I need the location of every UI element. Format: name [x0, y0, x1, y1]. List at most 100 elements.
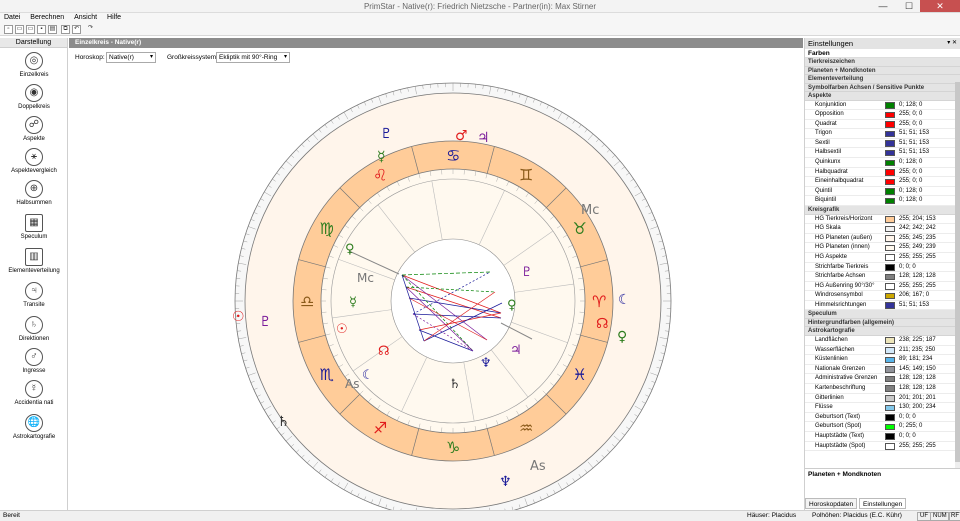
astro-color-swatch[interactable] [885, 414, 895, 421]
section-header[interactable]: Hintergrundfarben (allgemein) [805, 318, 960, 328]
kreis-color-swatch[interactable] [885, 273, 895, 281]
view-item-direktionen[interactable]: ♄ Direktionen [0, 316, 68, 342]
astro-row[interactable]: Geburtsort (Spot) 0; 255; 0 [805, 422, 960, 432]
astro-row[interactable]: Hauptstädte (Text) 0; 0; 0 [805, 432, 960, 442]
kreis-color-swatch[interactable] [885, 235, 895, 242]
section-astrokartografie[interactable]: Astrokartografie [805, 327, 960, 336]
aspect-color-swatch[interactable] [885, 130, 895, 138]
aspect-row[interactable]: Biquintil 0; 128; 0 [805, 196, 960, 207]
copy-icon[interactable]: ⧉ [61, 25, 70, 34]
aspect-color-swatch[interactable] [885, 121, 895, 128]
open-folder-icon[interactable]: ▭ [15, 25, 24, 34]
menu-datei[interactable]: Datei [0, 13, 24, 22]
astro-color-swatch[interactable] [885, 433, 895, 440]
section-header[interactable]: Elementeverteilung [805, 75, 960, 84]
section-header[interactable]: Speculum [805, 310, 960, 319]
astro-row[interactable]: Geburtsort (Text) 0; 0; 0 [805, 413, 960, 423]
astro-color-swatch[interactable] [885, 337, 895, 344]
minimize-button[interactable]: — [870, 0, 896, 12]
aspect-row[interactable]: Halbquadrat 255; 0; 0 [805, 168, 960, 178]
view-item-halbsummen[interactable]: ⊕ Halbsummen [0, 180, 68, 206]
print-icon[interactable]: ▤ [48, 25, 57, 34]
view-item-doppelkreis[interactable]: ◉ Doppelkreis [0, 84, 68, 110]
settings-scrollbar[interactable] [955, 82, 960, 468]
view-item-astrokartografie[interactable]: 🌐 Astrokartografie [0, 414, 68, 440]
aspect-color-swatch[interactable] [885, 111, 895, 119]
scrollbar-thumb[interactable] [955, 82, 960, 462]
astro-color-swatch[interactable] [885, 443, 895, 450]
section-aspekte[interactable]: Aspekte [805, 92, 960, 101]
horoscope-chart[interactable]: ♋♊♉♈♓♒♑♐♏♎♍♌ Mc Mc As As ♇ ☿ ♂ ♃ ☾ ☊ ♀ ☉… [69, 68, 803, 510]
tab-horoskopdaten[interactable]: Horoskopdaten [805, 498, 858, 509]
kreis-row[interactable]: HG Planeten (außen) 255; 245; 235 [805, 234, 960, 244]
menu-hilfe[interactable]: Hilfe [103, 13, 125, 22]
aspect-color-swatch[interactable] [885, 159, 895, 167]
aspect-row[interactable]: Quintil 0; 128; 0 [805, 187, 960, 197]
tab-einstellungen[interactable]: Einstellungen [859, 498, 907, 509]
astro-color-swatch[interactable] [885, 375, 895, 383]
aspect-color-swatch[interactable] [885, 197, 895, 205]
astro-row[interactable]: Landflächen 238; 225; 187 [805, 336, 960, 346]
kreis-color-swatch[interactable] [885, 254, 895, 261]
aspect-row[interactable]: Trigon 51; 51; 153 [805, 129, 960, 139]
section-header[interactable]: Planeten + Mondknoten [805, 66, 960, 75]
save-icon[interactable]: ▪ [37, 25, 46, 34]
view-item-ingresse[interactable]: ♂ Ingresse [0, 348, 68, 374]
new-file-icon[interactable]: ▫ [4, 25, 13, 34]
kreis-color-swatch[interactable] [885, 292, 895, 300]
view-item-transite[interactable]: ♃ Transite [0, 282, 68, 308]
aspect-row[interactable]: Quinkunx 0; 128; 0 [805, 158, 960, 168]
section-header[interactable]: Tierkreiszeichen [805, 58, 960, 67]
view-item-aspektevergleich[interactable]: ⚹ Aspektevergleich [0, 148, 68, 174]
view-item-accidentia[interactable]: ☿ Accidentia nati [0, 380, 68, 406]
astro-row[interactable]: Gitterlinien 201; 201; 201 [805, 394, 960, 404]
kreis-row[interactable]: Himmelsrichtungen 51; 51; 153 [805, 301, 960, 311]
menu-berechnen[interactable]: Berechnen [26, 13, 68, 22]
panel-pin-close-icon[interactable]: ▾ ✕ [947, 38, 957, 49]
astro-row[interactable]: Hauptstädte (Spot) 255; 255; 255 [805, 442, 960, 452]
kreis-row[interactable]: Strichfarbe Achsen 128; 128; 128 [805, 272, 960, 282]
aspect-row[interactable]: Halbsextil 51; 51; 153 [805, 148, 960, 159]
aspect-row[interactable]: Sextil 51; 51; 153 [805, 139, 960, 149]
section-header[interactable]: Symbolfarben Achsen / Sensitive Punkte [805, 83, 960, 92]
astro-color-swatch[interactable] [885, 395, 895, 402]
aspect-color-swatch[interactable] [885, 140, 895, 147]
astro-row[interactable]: Küstenlinien 89; 181; 234 [805, 355, 960, 365]
kreis-row[interactable]: Strichfarbe Tierkreis 0; 0; 0 [805, 263, 960, 273]
undo-icon[interactable]: ↶ [72, 25, 81, 34]
kreis-row[interactable]: Windrosensymbol 206; 167; 0 [805, 291, 960, 301]
kreis-color-swatch[interactable] [885, 302, 895, 309]
aspect-row[interactable]: Opposition 255; 0; 0 [805, 110, 960, 120]
astro-row[interactable]: Administrative Grenzen 128; 128; 128 [805, 374, 960, 384]
astro-color-swatch[interactable] [885, 423, 895, 431]
aspect-color-swatch[interactable] [885, 169, 895, 176]
aspect-color-swatch[interactable] [885, 149, 895, 157]
kreis-row[interactable]: HG Aspekte 255; 255; 255 [805, 253, 960, 263]
horoskop-select[interactable]: Native(r) [106, 52, 156, 63]
astro-color-swatch[interactable] [885, 404, 895, 412]
astro-row[interactable]: Kartenbeschriftung 128; 128; 128 [805, 384, 960, 394]
astro-color-swatch[interactable] [885, 356, 895, 364]
kreis-color-swatch[interactable] [885, 283, 895, 290]
kreis-row[interactable]: HG Planeten (innen) 255; 249; 239 [805, 243, 960, 253]
kreis-color-swatch[interactable] [885, 225, 895, 233]
view-item-einzelkreis[interactable]: ◎ Einzelkreis [0, 52, 68, 78]
kreis-color-swatch[interactable] [885, 216, 895, 223]
open-file-icon[interactable]: ▭ [26, 25, 35, 34]
aspect-row[interactable]: Quadrat 255; 0; 0 [805, 120, 960, 130]
grosskreis-select[interactable]: Ekliptik mit 90°-Ring [216, 52, 290, 63]
kreis-color-swatch[interactable] [885, 264, 895, 271]
kreis-color-swatch[interactable] [885, 244, 895, 252]
view-item-aspekte[interactable]: ☍ Aspekte [0, 116, 68, 142]
aspect-row[interactable]: Eineinhalbquadrat 255; 0; 0 [805, 177, 960, 187]
kreis-row[interactable]: HG Skala 242; 242; 242 [805, 224, 960, 234]
astro-row[interactable]: Flüsse 130; 200; 234 [805, 403, 960, 413]
astro-row[interactable]: Wasserflächen 211; 235; 250 [805, 346, 960, 356]
kreis-row[interactable]: HG Außenring 90°/30° 255; 255; 255 [805, 282, 960, 292]
astro-row[interactable]: Nationale Grenzen 145; 149; 150 [805, 365, 960, 375]
section-kreisgrafik[interactable]: Kreisgrafik [805, 206, 960, 215]
aspect-color-swatch[interactable] [885, 188, 895, 195]
redo-icon[interactable]: ↷ [86, 25, 95, 34]
kreis-row[interactable]: HG Tierkreis/Horizont 255; 204; 153 [805, 215, 960, 225]
menu-ansicht[interactable]: Ansicht [70, 13, 101, 22]
